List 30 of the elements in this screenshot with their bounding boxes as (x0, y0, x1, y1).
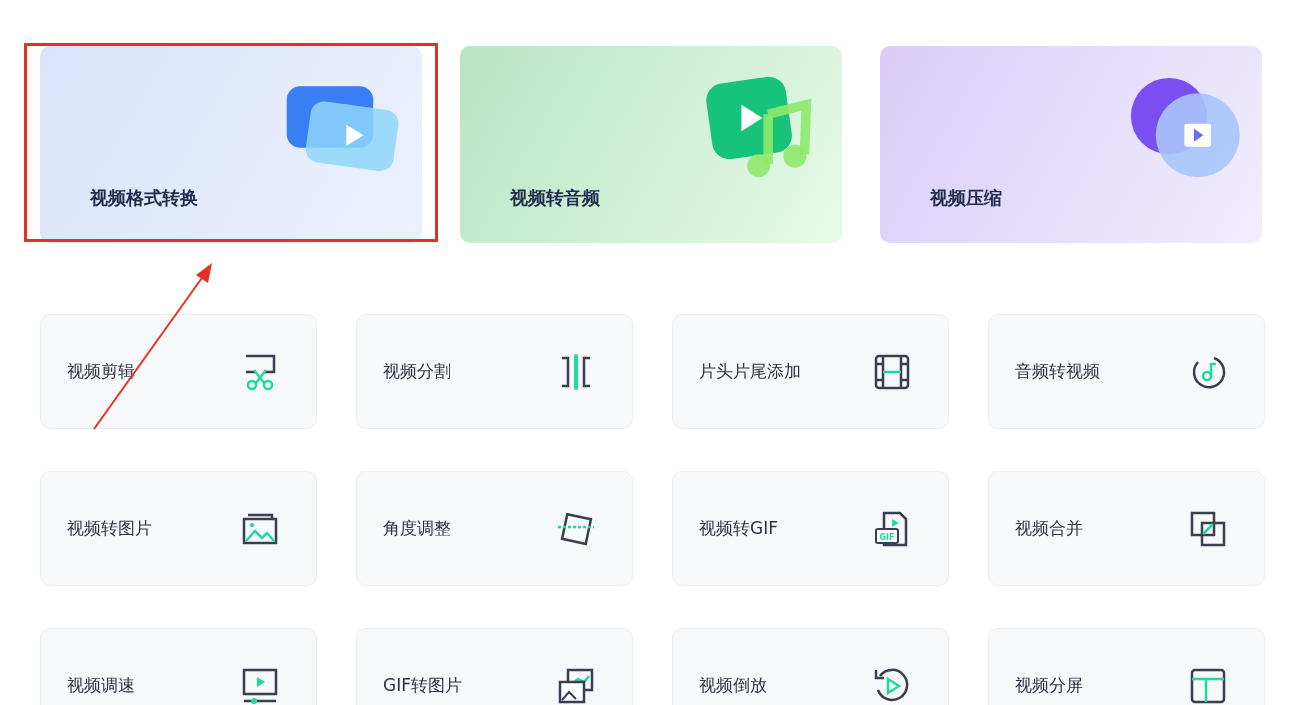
tool-card[interactable]: 视频分割 (356, 314, 633, 429)
tool-label: 视频剪辑 (67, 360, 135, 383)
tool-label: 视频调速 (67, 674, 135, 697)
card-title: 视频格式转换 (90, 186, 198, 210)
tool-card[interactable]: 视频分屏 (988, 628, 1265, 705)
card-title: 视频压缩 (930, 186, 1002, 210)
tool-label: 视频分屏 (1015, 674, 1083, 697)
card-title: 视频转音频 (510, 186, 600, 210)
tool-card[interactable]: 视频倒放 (672, 628, 949, 705)
tool-label: 视频分割 (383, 360, 451, 383)
feature-card[interactable]: 视频压缩 (880, 46, 1262, 243)
tool-card[interactable]: GIF转图片 (356, 628, 633, 705)
tool-card[interactable]: 视频剪辑 (40, 314, 317, 429)
tool-label: 视频合并 (1015, 517, 1083, 540)
tool-label: 角度调整 (383, 517, 451, 540)
tool-card[interactable]: 视频合并 (988, 471, 1265, 586)
feature-card[interactable]: 视频格式转换 (40, 46, 422, 243)
tool-card[interactable]: 视频转GIF GIF (672, 471, 949, 586)
tool-label: GIF转图片 (383, 674, 462, 697)
tool-card[interactable]: 音频转视频 (988, 314, 1265, 429)
tool-label: 视频转GIF (699, 517, 778, 540)
tool-card[interactable]: 视频转图片 (40, 471, 317, 586)
tool-card[interactable]: 角度调整 (356, 471, 633, 586)
feature-card[interactable]: 视频转音频 (460, 46, 842, 243)
tool-label: 视频倒放 (699, 674, 767, 697)
tool-label: 片头片尾添加 (699, 360, 801, 383)
tool-card[interactable]: 视频调速 (40, 628, 317, 705)
tool-card[interactable]: 片头片尾添加 (672, 314, 949, 429)
tool-label: 音频转视频 (1015, 360, 1100, 383)
tool-label: 视频转图片 (67, 517, 152, 540)
